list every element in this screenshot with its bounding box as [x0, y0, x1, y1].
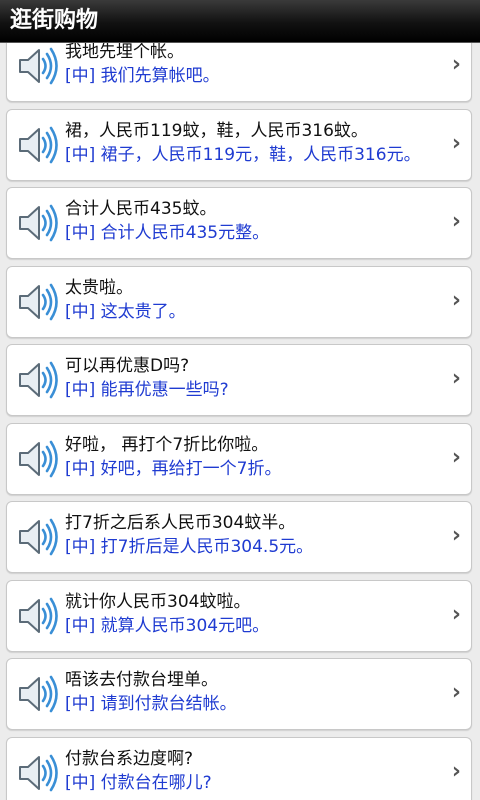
cantonese-phrase: 付款台系边度啊?: [65, 748, 194, 769]
mandarin-translation: [中] 我们先算帐吧。: [65, 66, 220, 86]
chevron-right-icon[interactable]: ›: [452, 445, 461, 470]
title-bar: 逛街购物: [0, 0, 480, 43]
chevron-right-icon[interactable]: ›: [452, 602, 461, 627]
phrase-text: 合计人民币435蚊。 [中] 合计人民币435元整。: [65, 197, 431, 245]
mandarin-translation: [中] 付款台在哪儿?: [65, 772, 212, 793]
phrase-text: 就计你人民币304蚊啦。 [中] 就算人民币304元吧。: [65, 590, 431, 638]
speaker-icon[interactable]: [15, 514, 61, 560]
mandarin-translation: [中] 就算人民币304元吧。: [65, 615, 270, 636]
chevron-right-icon[interactable]: ›: [452, 367, 461, 391]
mandarin-translation: [中] 能再优惠一些吗?: [65, 380, 229, 400]
cantonese-phrase: 可以再优惠D吗?: [65, 356, 190, 376]
mandarin-translation: [中] 请到付款台结帐。: [65, 694, 237, 714]
phrase-row[interactable]: 裙，人民币119蚊，鞋，人民币316蚊。 [中] 裙子，人民币119元，鞋，人民…: [6, 108, 472, 181]
speaker-icon[interactable]: [15, 200, 61, 246]
mandarin-translation: [中] 裙子，人民币119元，鞋，人民币316元。: [65, 144, 421, 165]
phrase-row[interactable]: 好啦， 再打个7折比你啦。 [中] 好吧，再给打一个7折。 ›: [6, 422, 472, 495]
app-title: 逛街购物: [10, 8, 99, 33]
phrase-text: 我地先埋个帐。 [中] 我们先算帐吧。: [65, 42, 431, 88]
phrase-row[interactable]: 唔该去付款台埋单。 [中] 请到付款台结帐。 ›: [6, 658, 472, 730]
chevron-right-icon[interactable]: ›: [452, 524, 461, 548]
phrase-text: 好啦， 再打个7折比你啦。 [中] 好吧，再给打一个7折。: [65, 433, 431, 481]
phrase-text: 裙，人民币119蚊，鞋，人民币316蚊。 [中] 裙子，人民币119元，鞋，人民…: [65, 119, 431, 167]
phrase-row[interactable]: 太贵啦。 [中] 这太贵了。 ›: [6, 265, 472, 338]
cantonese-phrase: 我地先埋个帐。: [65, 42, 184, 62]
speaker-icon[interactable]: [15, 593, 61, 639]
phrase-text: 打7折之后系人民币304蚊半。 [中] 打7折后是人民币304.5元。: [65, 511, 431, 559]
phrase-list[interactable]: 我地先埋个帐。 [中] 我们先算帐吧。 › 裙，人民币119蚊，鞋，人民币316…: [0, 42, 480, 800]
phrase-row[interactable]: 我地先埋个帐。 [中] 我们先算帐吧。 ›: [6, 42, 472, 102]
speaker-icon[interactable]: [15, 357, 61, 403]
speaker-icon[interactable]: [15, 436, 61, 482]
cantonese-phrase: 好啦， 再打个7折比你啦。: [65, 434, 269, 455]
cantonese-phrase: 太贵啦。: [65, 277, 133, 298]
cantonese-phrase: 就计你人民币304蚊啦。: [65, 591, 251, 612]
phrase-text: 可以再优惠D吗? [中] 能再优惠一些吗?: [65, 354, 431, 402]
speaker-icon[interactable]: [15, 279, 61, 325]
chevron-right-icon[interactable]: ›: [452, 210, 461, 234]
chevron-right-icon[interactable]: ›: [452, 288, 461, 313]
phrase-text: 太贵啦。 [中] 这太贵了。: [65, 276, 431, 324]
chevron-right-icon[interactable]: ›: [452, 759, 461, 784]
cantonese-phrase: 打7折之后系人民币304蚊半。: [65, 513, 296, 533]
cantonese-phrase: 裙，人民币119蚊，鞋，人民币316蚊。: [65, 120, 368, 141]
phrase-row[interactable]: 打7折之后系人民币304蚊半。 [中] 打7折后是人民币304.5元。 ›: [6, 501, 472, 573]
cantonese-phrase: 合计人民币435蚊。: [65, 199, 217, 219]
cantonese-phrase: 唔该去付款台埋单。: [65, 670, 218, 690]
speaker-icon[interactable]: [15, 122, 61, 168]
phrase-row[interactable]: 付款台系边度啊? [中] 付款台在哪儿? ›: [6, 736, 472, 800]
phrase-text: 唔该去付款台埋单。 [中] 请到付款台结帐。: [65, 668, 431, 716]
speaker-icon[interactable]: [15, 750, 61, 796]
mandarin-translation: [中] 打7折后是人民币304.5元。: [65, 537, 314, 557]
chevron-right-icon[interactable]: ›: [452, 131, 461, 156]
chevron-right-icon[interactable]: ›: [452, 681, 461, 705]
speaker-icon[interactable]: [15, 671, 61, 717]
mandarin-translation: [中] 这太贵了。: [65, 301, 186, 322]
phrase-text: 付款台系边度啊? [中] 付款台在哪儿?: [65, 747, 431, 795]
chevron-right-icon[interactable]: ›: [452, 53, 461, 77]
mandarin-translation: [中] 好吧，再给打一个7折。: [65, 458, 282, 479]
mandarin-translation: [中] 合计人民币435元整。: [65, 223, 270, 243]
phrase-row[interactable]: 合计人民币435蚊。 [中] 合计人民币435元整。 ›: [6, 187, 472, 259]
speaker-icon[interactable]: [15, 43, 61, 89]
phrase-row[interactable]: 就计你人民币304蚊啦。 [中] 就算人民币304元吧。 ›: [6, 579, 472, 652]
phrase-row[interactable]: 可以再优惠D吗? [中] 能再优惠一些吗? ›: [6, 344, 472, 416]
